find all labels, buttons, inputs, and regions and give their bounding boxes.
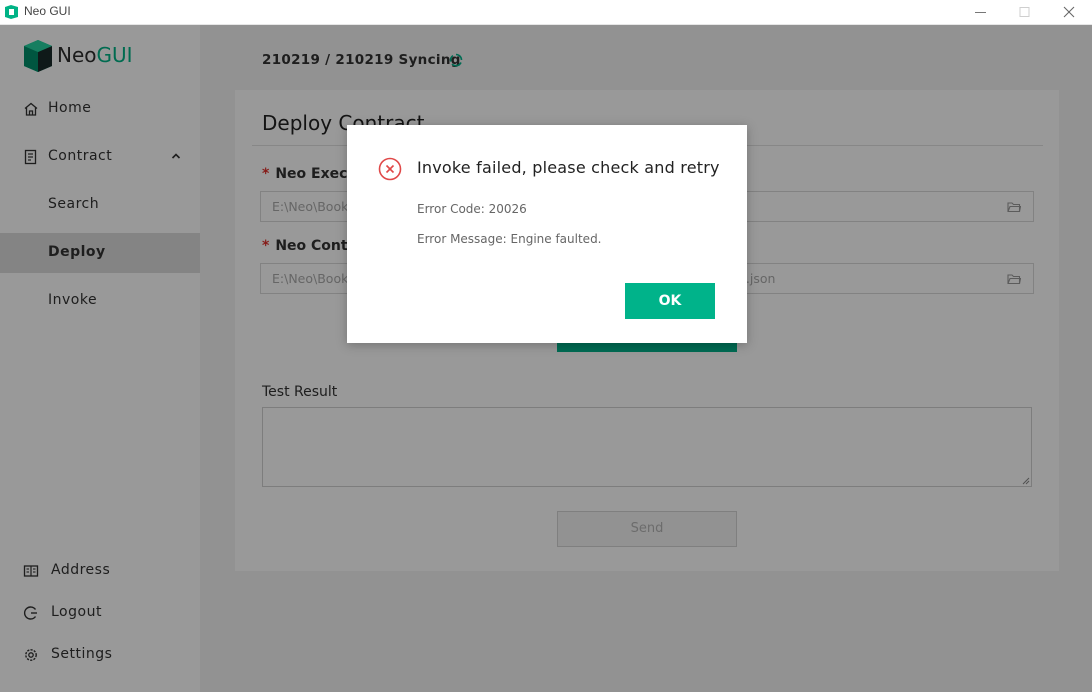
window-title-bar: Neo GUI: [0, 0, 1092, 25]
minimize-button[interactable]: [958, 0, 1004, 25]
maximize-button[interactable]: [1002, 0, 1048, 25]
app-logo-icon: [5, 5, 18, 19]
error-code: Error Code: 20026: [417, 202, 527, 216]
error-circle-icon: [378, 157, 402, 181]
dialog-title: Invoke failed, please check and retry: [417, 158, 720, 177]
close-button[interactable]: [1046, 0, 1092, 25]
error-message: Error Message: Engine faulted.: [417, 232, 602, 246]
window-title: Neo GUI: [24, 4, 71, 18]
error-dialog: Invoke failed, please check and retry Er…: [347, 125, 747, 343]
ok-button[interactable]: OK: [625, 283, 715, 319]
